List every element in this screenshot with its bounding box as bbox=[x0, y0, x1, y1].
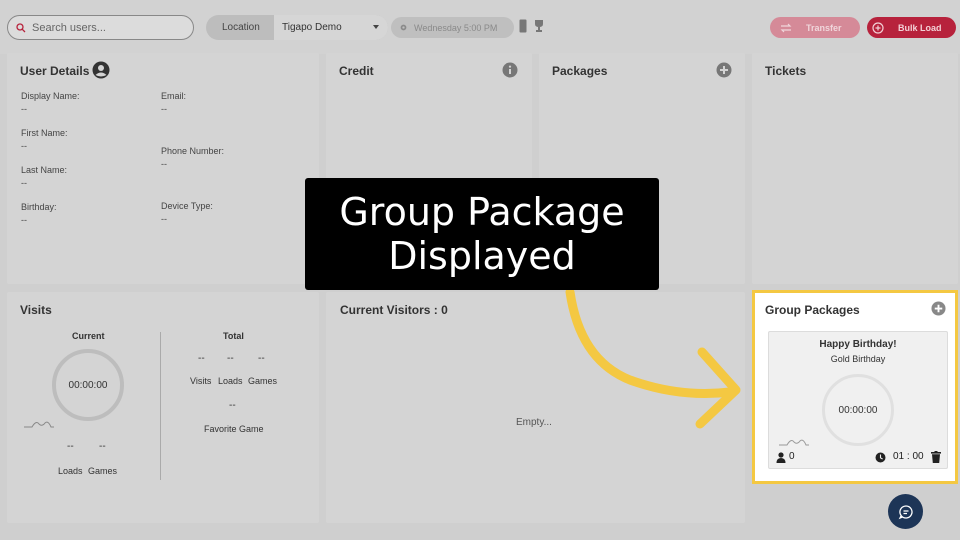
last-name-label: Last Name: bbox=[21, 165, 68, 175]
group-packages-card: Group Packages Happy Birthday! Gold Birt… bbox=[752, 290, 958, 484]
location-value: Tigapo Demo bbox=[282, 22, 342, 33]
search-box[interactable] bbox=[7, 15, 194, 40]
first-name-value: -- bbox=[21, 141, 27, 151]
add-package-icon[interactable] bbox=[716, 62, 732, 78]
people-count: 0 bbox=[789, 451, 795, 462]
current-loads-label: Loads bbox=[58, 466, 83, 476]
location-selector[interactable]: Location Tigapo Demo bbox=[206, 15, 388, 40]
phone-icon[interactable] bbox=[519, 19, 527, 33]
display-name-value: -- bbox=[21, 104, 27, 114]
add-group-package-icon[interactable] bbox=[931, 301, 946, 316]
current-header: Current bbox=[72, 331, 105, 341]
packages-title: Packages bbox=[552, 64, 608, 78]
favorite-game-label: Favorite Game bbox=[204, 424, 264, 434]
user-details-card: User Details Display Name: -- Email: -- … bbox=[7, 53, 319, 284]
info-icon[interactable] bbox=[502, 62, 518, 78]
visits-title: Visits bbox=[20, 303, 52, 317]
device-type-label: Device Type: bbox=[161, 201, 213, 211]
sparkline-icon bbox=[24, 421, 54, 428]
phone-number-label: Phone Number: bbox=[161, 146, 225, 156]
transfer-button[interactable]: Transfer bbox=[770, 17, 860, 38]
email-label: Email: bbox=[161, 91, 187, 101]
group-packages-title: Group Packages bbox=[765, 303, 860, 317]
location-label: Location bbox=[222, 22, 260, 33]
current-timer: 00:00:00 bbox=[68, 379, 108, 391]
transfer-icon bbox=[780, 23, 792, 32]
duration-value: 01 : 00 bbox=[893, 451, 924, 462]
search-icon bbox=[16, 22, 26, 32]
trash-icon[interactable] bbox=[931, 451, 941, 463]
gear-icon bbox=[400, 24, 407, 31]
bulk-load-label: Bulk Load bbox=[898, 22, 942, 33]
bulk-load-button[interactable]: Bulk Load bbox=[867, 17, 956, 38]
sparkline-icon bbox=[779, 439, 809, 446]
device-type-value: -- bbox=[161, 214, 167, 224]
phone-number-value: -- bbox=[161, 159, 167, 169]
user-avatar-icon[interactable] bbox=[92, 61, 110, 79]
current-games-value: -- bbox=[99, 441, 106, 452]
current-games-label: Games bbox=[88, 466, 118, 476]
transfer-label: Transfer bbox=[806, 22, 842, 33]
tickets-card: Tickets bbox=[752, 53, 958, 284]
user-details-title: User Details bbox=[20, 64, 90, 78]
total-games-label: Games bbox=[248, 376, 278, 386]
total-visits-value: -- bbox=[198, 353, 205, 364]
current-timer-ring: 00:00:00 bbox=[52, 349, 124, 421]
favorite-game-value: -- bbox=[229, 400, 236, 411]
datetime-text: Wednesday 5:00 PM bbox=[414, 22, 498, 33]
caption-overlay: Group Package Displayed bbox=[305, 178, 659, 290]
visits-card: Visits Current 00:00:00 -- -- Loads Game… bbox=[7, 292, 319, 523]
group-package-name: Happy Birthday! bbox=[819, 339, 897, 350]
birthday-value: -- bbox=[21, 215, 27, 225]
chat-icon bbox=[898, 504, 913, 519]
total-header: Total bbox=[223, 331, 244, 341]
total-loads-value: -- bbox=[227, 353, 234, 364]
birthday-label: Birthday: bbox=[21, 202, 57, 212]
search-input[interactable] bbox=[32, 21, 182, 34]
credit-title: Credit bbox=[339, 64, 374, 78]
current-loads-value: -- bbox=[67, 441, 74, 452]
total-loads-label: Loads bbox=[218, 376, 243, 386]
callout-arrow bbox=[565, 287, 741, 429]
chevron-down-icon bbox=[373, 25, 379, 29]
visits-divider bbox=[160, 332, 161, 480]
clock-icon bbox=[875, 452, 886, 463]
caption-line-2: Displayed bbox=[388, 234, 576, 278]
location-dropdown[interactable]: Tigapo Demo bbox=[274, 15, 388, 40]
last-name-value: -- bbox=[21, 178, 27, 188]
total-visits-label: Visits bbox=[190, 376, 212, 386]
current-visitors-title: Current Visitors : 0 bbox=[340, 303, 448, 317]
datetime-pill[interactable]: Wednesday 5:00 PM bbox=[391, 17, 514, 38]
caption-line-1: Group Package bbox=[339, 190, 625, 234]
person-icon bbox=[776, 452, 786, 463]
plus-circle-icon bbox=[872, 21, 884, 34]
group-package-timer-ring: 00:00:00 bbox=[822, 374, 894, 446]
group-package-subtitle: Gold Birthday bbox=[830, 354, 886, 364]
total-games-value: -- bbox=[258, 353, 265, 364]
email-value: -- bbox=[161, 104, 167, 114]
chat-button[interactable] bbox=[888, 494, 923, 529]
trophy-icon[interactable] bbox=[533, 19, 545, 33]
first-name-label: First Name: bbox=[21, 128, 68, 138]
group-package-timer: 00:00:00 bbox=[838, 404, 878, 416]
tickets-title: Tickets bbox=[765, 64, 807, 78]
display-name-label: Display Name: bbox=[21, 91, 80, 101]
group-package-item[interactable]: Happy Birthday! Gold Birthday 00:00:00 0… bbox=[768, 331, 948, 469]
